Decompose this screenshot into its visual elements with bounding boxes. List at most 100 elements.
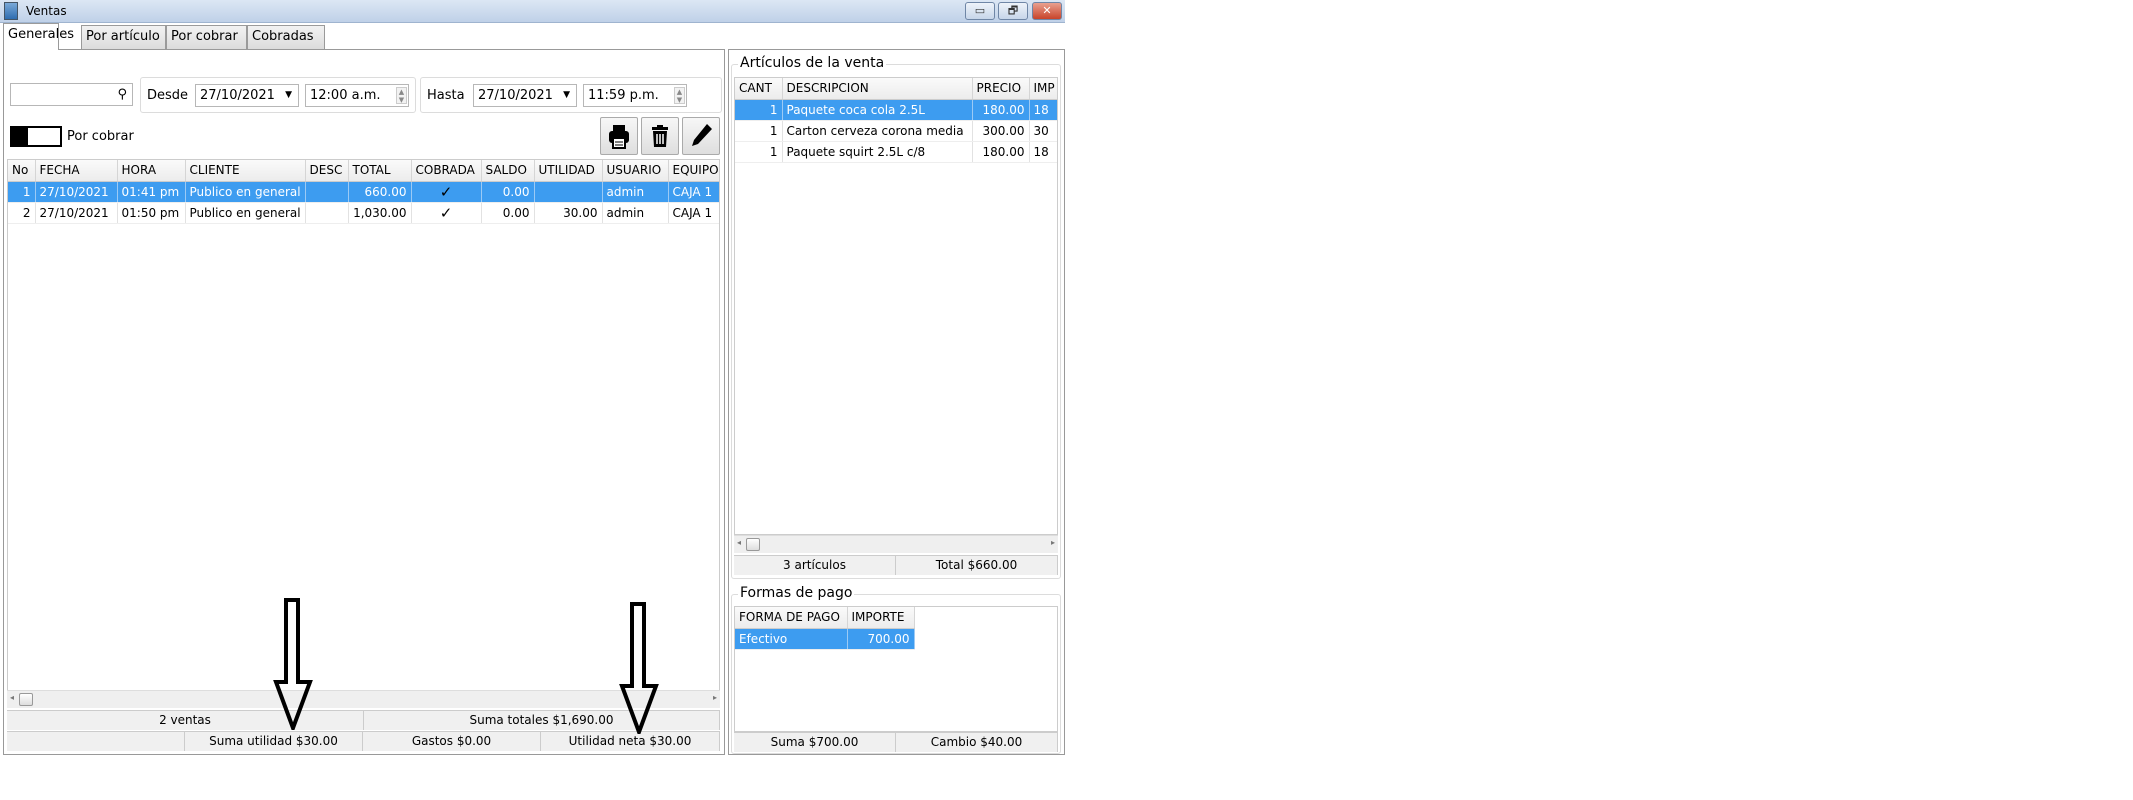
cell-cant: 1 [735,99,783,121]
desde-time-input[interactable]: 12:00 a.m. ▲ ▼ [305,84,409,107]
cell-precio: 180.00 [972,99,1030,121]
chevron-down-icon[interactable]: ▼ [563,85,570,106]
cell-importe: 18 [1029,99,1057,121]
scroll-thumb[interactable] [746,538,760,551]
por-cobrar-toggle[interactable] [10,126,62,147]
col-cobrada[interactable]: COBRADA [411,160,482,182]
hasta-date-picker[interactable]: 27/10/2021 ▼ [473,84,577,107]
desde-date-picker[interactable]: 27/10/2021 ▼ [195,84,299,107]
formas-pago-table: FORMA DE PAGO IMPORTE Efectivo 700.00 [734,606,1058,732]
scroll-left-icon[interactable]: ◂ [737,538,741,547]
cell-utilidad: 30.00 [534,202,603,224]
col-saldo[interactable]: SALDO [481,160,535,182]
check-icon: ✓ [411,202,482,224]
cell-desc [305,181,349,203]
cell-importe: 30 [1029,120,1057,142]
col-cliente[interactable]: CLIENTE [185,160,306,182]
down-arrow-icon [273,598,313,730]
cell-saldo: 0.00 [481,181,535,203]
cell-usuario: admin [602,181,669,203]
col-no[interactable]: No [8,160,36,182]
col-importe[interactable]: IMPORTE [847,607,915,629]
table-row[interactable]: 1 Carton cerveza corona media 300.00 30 [735,120,1057,142]
minimize-button[interactable]: ▭ [965,2,995,20]
horizontal-scrollbar[interactable]: ◂ ▸ [7,690,720,708]
cell-cliente: Publico en general [185,181,306,203]
col-hora[interactable]: HORA [117,160,186,182]
suma-utilidad: Suma utilidad $30.00 [185,731,363,751]
status-empty [7,731,185,751]
col-usuario[interactable]: USUARIO [602,160,669,182]
col-precio[interactable]: PRECIO [972,78,1030,100]
close-button[interactable]: ✕ [1032,2,1062,20]
cambio: Cambio $40.00 [896,732,1058,752]
hasta-time-input[interactable]: 11:59 p.m. ▲ ▼ [583,84,687,107]
edit-button[interactable] [682,117,720,155]
utilidad-neta: Utilidad neta $30.00 [541,731,720,751]
cell-equipo: CAJA 1 [668,202,719,224]
col-descripcion[interactable]: DESCRIPCION [782,78,973,100]
table-header: No FECHA HORA CLIENTE DESC TOTAL COBRADA… [8,160,719,182]
cell-cant: 1 [735,141,783,163]
cell-descripcion: Carton cerveza corona media [782,120,973,142]
cell-fecha: 27/10/2021 [35,202,118,224]
cell-total: 1,030.00 [348,202,412,224]
tab-por-articulo[interactable]: Por artículo [81,25,166,49]
tab-cobradas[interactable]: Cobradas [247,25,325,49]
cell-importe: 18 [1029,141,1057,163]
col-forma-pago[interactable]: FORMA DE PAGO [735,607,848,629]
search-icon[interactable]: ⚲ [117,84,127,105]
scroll-right-icon[interactable]: ▸ [713,693,717,702]
cell-usuario: admin [602,202,669,224]
tab-por-cobrar[interactable]: Por cobrar [166,25,247,49]
scroll-left-icon[interactable]: ◂ [10,693,14,702]
search-input[interactable]: ⚲ [10,83,133,106]
scroll-right-icon[interactable]: ▸ [1051,538,1055,547]
cell-no: 2 [8,202,36,224]
suma-pago: Suma $700.00 [734,732,896,752]
cell-descripcion: Paquete coca cola 2.5L [782,99,973,121]
table-row[interactable]: 1 27/10/2021 01:41 pm Publico en general… [8,181,719,203]
articulos-table: CANT DESCRIPCION PRECIO IMP 1 Paquete coc… [734,77,1058,535]
spinner-icon[interactable]: ▲ ▼ [674,87,685,104]
cell-desc [305,202,349,224]
articulos-title: Artículos de la venta [738,55,887,71]
gastos: Gastos $0.00 [363,731,541,751]
col-fecha[interactable]: FECHA [35,160,118,182]
delete-button[interactable] [641,117,679,155]
cell-hora: 01:50 pm [117,202,186,224]
spinner-icon[interactable]: ▲ ▼ [396,87,407,104]
table-row[interactable]: 2 27/10/2021 01:50 pm Publico en general… [8,202,719,224]
chevron-down-icon[interactable]: ▼ [285,85,292,106]
table-header: FORMA DE PAGO IMPORTE [735,607,915,629]
col-importe[interactable]: IMP [1029,78,1057,100]
cell-equipo: CAJA 1 [668,181,719,203]
cell-utilidad [534,181,603,203]
print-button[interactable] [600,117,638,155]
col-equipo[interactable]: EQUIPO [668,160,719,182]
col-total[interactable]: TOTAL [348,160,412,182]
cell-no: 1 [8,181,36,203]
articulos-scrollbar[interactable]: ◂ ▸ [734,535,1058,553]
tab-generales[interactable]: Generales [3,23,74,50]
restore-button[interactable]: 🗗 [998,2,1028,20]
down-arrow-icon [619,602,659,734]
hasta-label: Hasta [427,88,465,103]
suma-totales: Suma totales $1,690.00 [364,710,720,730]
col-utilidad[interactable]: UTILIDAD [534,160,603,182]
col-cant[interactable]: CANT [735,78,783,100]
col-desc[interactable]: DESC [305,160,349,182]
pencil-icon [692,124,712,146]
table-row[interactable]: 1 Paquete squirt 2.5L c/8 180.00 18 [735,141,1057,163]
cell-descripcion: Paquete squirt 2.5L c/8 [782,141,973,163]
table-row[interactable]: Efectivo 700.00 [735,628,915,650]
cell-cliente: Publico en general [185,202,306,224]
cell-cant: 1 [735,120,783,142]
printer-icon [609,125,629,149]
title-bar: Ventas ▭ 🗗 ✕ [0,0,1065,23]
table-header: CANT DESCRIPCION PRECIO IMP [735,78,1057,100]
table-row[interactable]: 1 Paquete coca cola 2.5L 180.00 18 [735,99,1057,121]
cell-hora: 01:41 pm [117,181,186,203]
scroll-thumb[interactable] [19,693,33,706]
cell-fecha: 27/10/2021 [35,181,118,203]
